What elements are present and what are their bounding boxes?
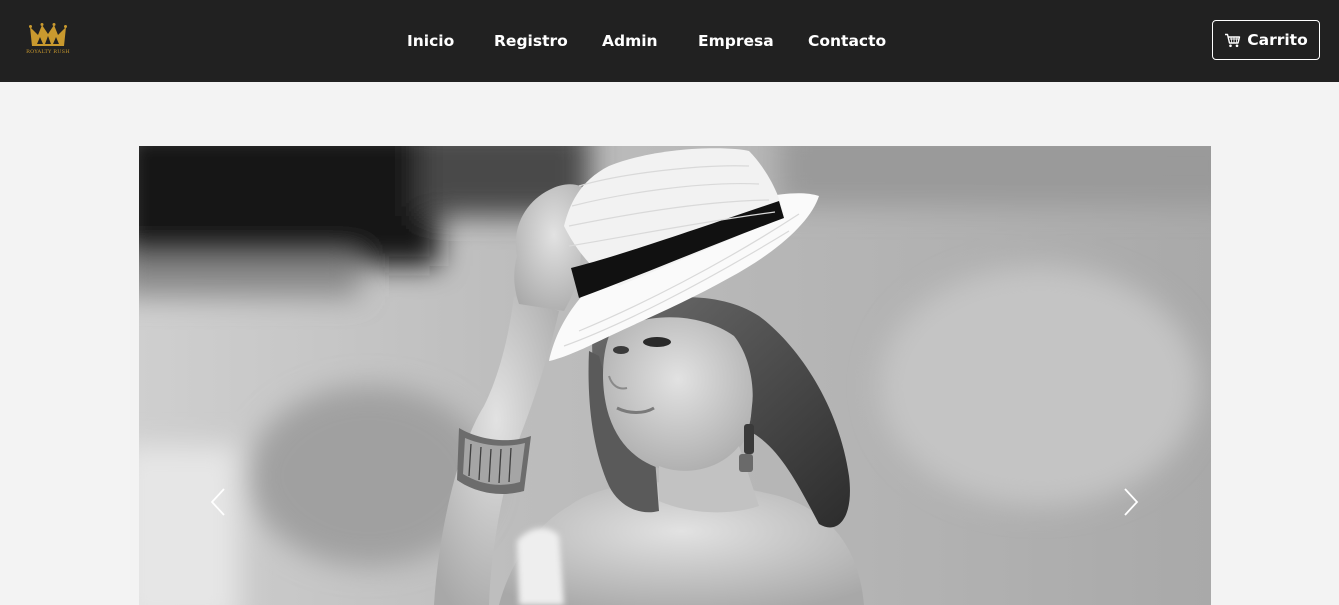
nav-link-contacto[interactable]: Contacto bbox=[808, 31, 886, 51]
nav-link-empresa[interactable]: Empresa bbox=[698, 31, 774, 51]
carousel-image bbox=[139, 146, 1211, 605]
cart-icon bbox=[1225, 33, 1241, 47]
hero-carousel bbox=[139, 146, 1211, 605]
cart-button[interactable]: Carrito bbox=[1212, 20, 1320, 60]
nav-link-admin[interactable]: Admin bbox=[602, 31, 658, 51]
main-nav: Inicio Registro Admin Empresa Contacto bbox=[0, 0, 1339, 82]
carousel-next-button[interactable] bbox=[1110, 480, 1150, 524]
carousel-prev-button[interactable] bbox=[199, 480, 239, 524]
chevron-left-icon bbox=[210, 488, 225, 516]
nav-link-registro[interactable]: Registro bbox=[494, 31, 568, 51]
nav-link-inicio[interactable]: Inicio bbox=[407, 31, 454, 51]
navbar: ROYALTY RUSH Inicio Registro Admin Empre… bbox=[0, 0, 1339, 82]
cart-label: Carrito bbox=[1247, 31, 1308, 49]
chevron-right-icon bbox=[1124, 488, 1139, 516]
